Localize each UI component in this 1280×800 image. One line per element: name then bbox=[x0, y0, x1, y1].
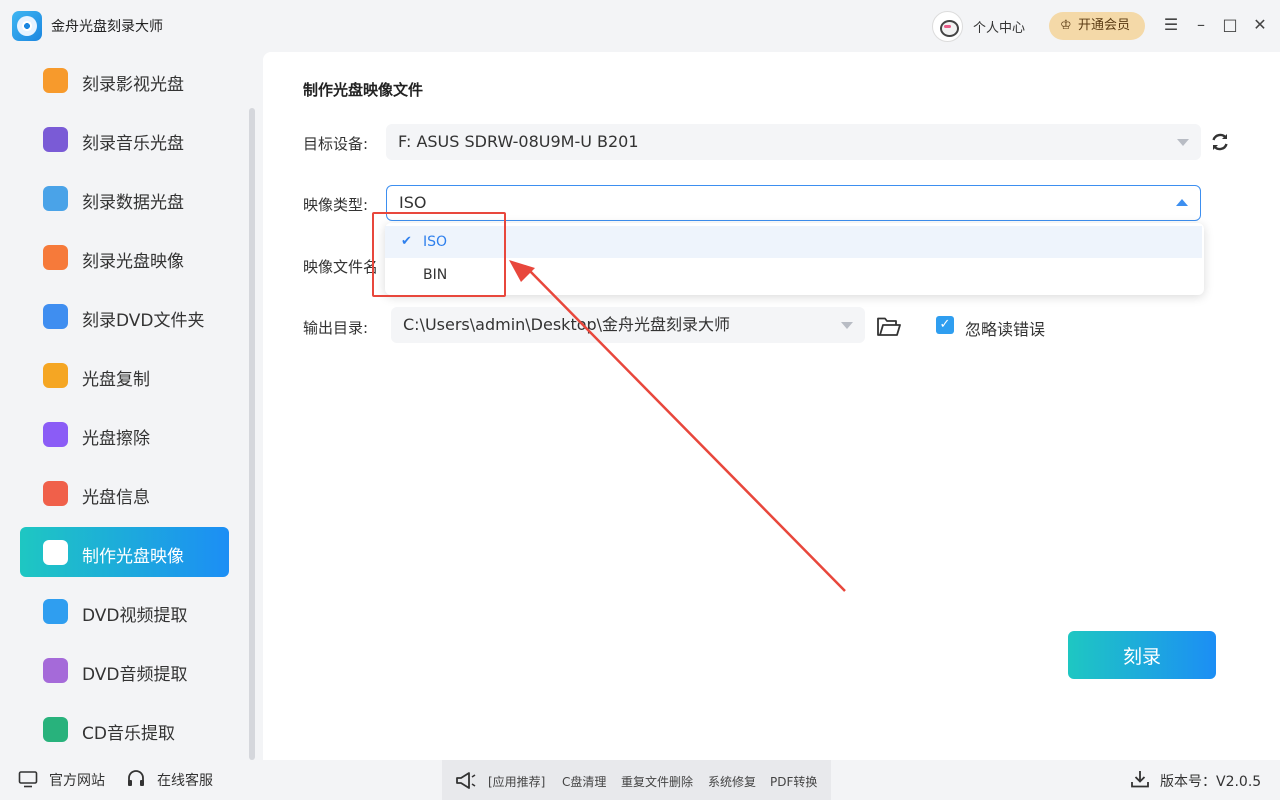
close-icon[interactable]: ✕ bbox=[1249, 14, 1271, 36]
megaphone-icon bbox=[456, 772, 476, 789]
folder-open-icon[interactable] bbox=[876, 316, 902, 338]
sidebar-item-make-image[interactable]: 制作光盘映像 bbox=[20, 527, 229, 577]
sidebar-scrollbar[interactable] bbox=[249, 108, 255, 760]
maximize-icon[interactable]: □ bbox=[1219, 14, 1241, 36]
sidebar-item-disc-info[interactable]: 光盘信息 bbox=[20, 468, 229, 518]
sidebar-item-label: 刻录DVD文件夹 bbox=[82, 311, 205, 331]
online-support-link[interactable]: 在线客服 bbox=[157, 770, 213, 790]
image-type-label: 映像类型: bbox=[303, 196, 369, 214]
sidebar-item-label: CD音乐提取 bbox=[82, 724, 175, 744]
user-center-link[interactable]: 个人中心 bbox=[973, 17, 1025, 36]
device-select-value: F: ASUS SDRW-08U9M-U B201 bbox=[398, 132, 639, 151]
user-avatar[interactable] bbox=[932, 11, 963, 42]
sidebar-item-cd-music-extract[interactable]: CD音乐提取 bbox=[20, 704, 229, 754]
output-dir-label: 输出目录: bbox=[303, 319, 369, 337]
annotation-highlight-box bbox=[372, 212, 506, 297]
crown-icon: ♔ bbox=[1060, 18, 1072, 33]
sidebar-item-label: DVD音频提取 bbox=[82, 665, 188, 685]
device-label: 目标设备: bbox=[303, 135, 369, 153]
sidebar-item-burn-data[interactable]: 刻录数据光盘 bbox=[20, 173, 229, 223]
burn-button[interactable]: 刻录 bbox=[1068, 631, 1216, 679]
sidebar-item-disc-copy[interactable]: 光盘复制 bbox=[20, 350, 229, 400]
sidebar-item-label: 光盘擦除 bbox=[82, 429, 150, 449]
disc-erase-icon bbox=[43, 422, 68, 447]
chevron-up-icon bbox=[1176, 199, 1188, 206]
data-disc-icon bbox=[43, 186, 68, 211]
promo-link-repair[interactable]: 系统修复 bbox=[708, 773, 756, 790]
promo-link-pdf[interactable]: PDF转换 bbox=[770, 773, 817, 790]
sidebar-item-label: 光盘复制 bbox=[82, 370, 150, 390]
video-disc-icon bbox=[43, 68, 68, 93]
sidebar-item-label: DVD视频提取 bbox=[82, 606, 188, 626]
version-label: 版本号：V2.0.5 bbox=[1160, 774, 1262, 790]
cd-music-icon bbox=[43, 717, 68, 742]
device-select[interactable]: F: ASUS SDRW-08U9M-U B201 bbox=[386, 124, 1201, 160]
sidebar-item-burn-image[interactable]: 刻录光盘映像 bbox=[20, 232, 229, 282]
headset-icon bbox=[128, 770, 144, 786]
vip-button[interactable]: ♔ 开通会员 bbox=[1049, 12, 1145, 40]
dvd-folder-icon bbox=[43, 304, 68, 329]
promo-link-c-drive[interactable]: C盘清理 bbox=[562, 773, 606, 790]
image-disc-icon bbox=[43, 245, 68, 270]
sidebar-item-label: 刻录音乐光盘 bbox=[82, 134, 184, 154]
ignore-errors-checkbox[interactable]: ✓ bbox=[936, 316, 954, 334]
app-recommend-bar: [应用推荐] C盘清理 重复文件删除 系统修复 PDF转换 bbox=[442, 760, 831, 800]
official-website-link[interactable]: 官方网站 bbox=[49, 770, 105, 790]
chevron-down-icon bbox=[1177, 139, 1189, 146]
title-bar: 金舟光盘刻录大师 个人中心 ♔ 开通会员 ☰ – □ ✕ bbox=[0, 0, 1280, 52]
sidebar-item-burn-video[interactable]: 刻录影视光盘 bbox=[20, 55, 229, 105]
vip-button-label: 开通会员 bbox=[1078, 18, 1131, 33]
sidebar-item-dvd-video-extract[interactable]: DVD视频提取 bbox=[20, 586, 229, 636]
image-type-value: ISO bbox=[399, 193, 427, 212]
sidebar: 刻录影视光盘 刻录音乐光盘 刻录数据光盘 刻录光盘映像 刻录DVD文件夹 光盘复… bbox=[0, 52, 248, 760]
disc-info-icon bbox=[43, 481, 68, 506]
make-image-icon bbox=[43, 540, 68, 565]
disc-copy-icon bbox=[43, 363, 68, 388]
page-title: 制作光盘映像文件 bbox=[303, 81, 424, 99]
dvd-audio-icon bbox=[43, 658, 68, 683]
image-type-dropdown: ✔ ISO BIN bbox=[385, 223, 1204, 295]
app-title: 金舟光盘刻录大师 bbox=[51, 19, 163, 35]
footer-bar: 官方网站 在线客服 [应用推荐] C盘清理 重复文件删除 系统修复 PDF转换 … bbox=[0, 760, 1280, 800]
refresh-icon[interactable] bbox=[1210, 132, 1230, 152]
app-logo-icon bbox=[12, 11, 42, 41]
main-panel: 制作光盘映像文件 目标设备: F: ASUS SDRW-08U9M-U B201… bbox=[263, 52, 1280, 760]
sidebar-item-burn-dvd-folder[interactable]: 刻录DVD文件夹 bbox=[20, 291, 229, 341]
ignore-errors-label: 忽略读错误 bbox=[965, 320, 1046, 339]
option-bin[interactable]: BIN bbox=[385, 259, 1202, 291]
sidebar-item-label: 光盘信息 bbox=[82, 488, 150, 508]
recommend-tag: [应用推荐] bbox=[488, 775, 546, 789]
sidebar-item-label: 刻录数据光盘 bbox=[82, 193, 184, 213]
option-iso[interactable]: ✔ ISO bbox=[385, 226, 1202, 258]
sidebar-item-dvd-audio-extract[interactable]: DVD音频提取 bbox=[20, 645, 229, 695]
minimize-icon[interactable]: – bbox=[1190, 14, 1212, 36]
chevron-down-icon bbox=[841, 322, 853, 329]
sidebar-item-label: 刻录光盘映像 bbox=[82, 252, 184, 272]
monitor-icon bbox=[18, 771, 38, 788]
sidebar-item-disc-erase[interactable]: 光盘擦除 bbox=[20, 409, 229, 459]
menu-icon[interactable]: ☰ bbox=[1160, 14, 1182, 36]
output-dir-value: C:\Users\admin\Desktop\金舟光盘刻录大师 bbox=[403, 315, 731, 334]
output-dir-select[interactable]: C:\Users\admin\Desktop\金舟光盘刻录大师 bbox=[391, 307, 865, 343]
image-type-select[interactable]: ISO bbox=[386, 185, 1201, 221]
sidebar-item-label: 刻录影视光盘 bbox=[82, 75, 184, 95]
sidebar-item-burn-music[interactable]: 刻录音乐光盘 bbox=[20, 114, 229, 164]
music-disc-icon bbox=[43, 127, 68, 152]
sidebar-item-label: 制作光盘映像 bbox=[82, 547, 184, 567]
dvd-video-icon bbox=[43, 599, 68, 624]
download-icon bbox=[1131, 771, 1149, 788]
promo-link-duplicate[interactable]: 重复文件删除 bbox=[621, 773, 693, 790]
